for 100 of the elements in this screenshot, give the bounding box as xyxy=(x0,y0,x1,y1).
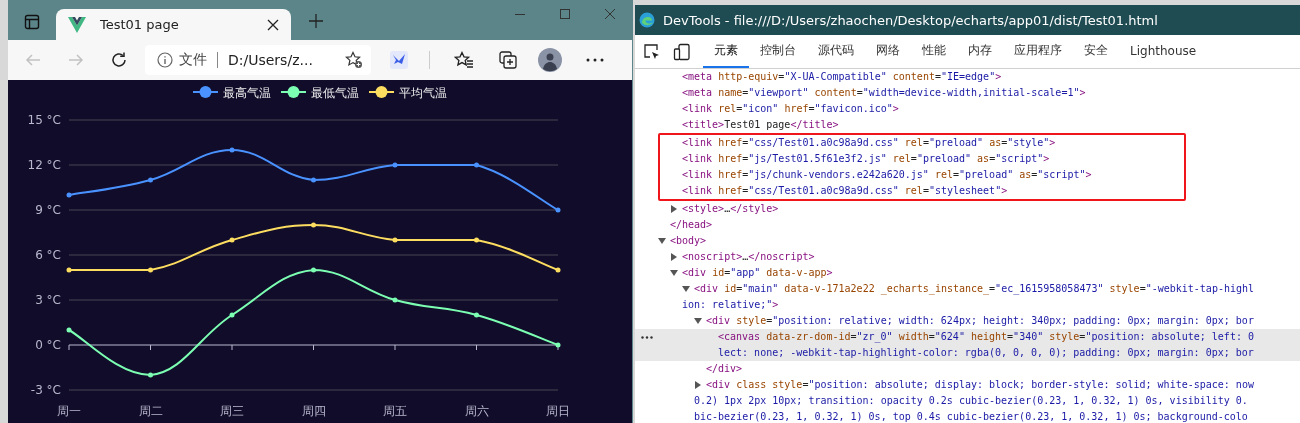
device-toolbar-icon[interactable] xyxy=(673,42,691,61)
legend-marker-icon[interactable] xyxy=(280,86,307,98)
code-line: <noscript>…</noscript> xyxy=(682,250,815,264)
info-icon xyxy=(157,52,173,68)
code-line: <div id="app" data-v-app> xyxy=(682,266,833,280)
legend-label[interactable]: 最低气温 xyxy=(311,85,359,100)
axis-label: -3 °C xyxy=(30,383,61,397)
code-line: <link href="css/Test01.a0c98a9d.css" rel="stylesheet"> xyxy=(682,184,1008,198)
data-point xyxy=(555,267,561,273)
plus-icon[interactable] xyxy=(309,14,323,28)
data-point xyxy=(311,177,316,183)
data-point xyxy=(392,237,398,243)
legend-marker-icon[interactable] xyxy=(192,86,219,98)
code-line: bic-bezier(0.23, 1, 0.32, 1) 0s, top 0.4s cubic-bezier(0.23, 1, 0.32, 1) 0s; background-colo xyxy=(694,410,1248,423)
expanded-triangle-icon[interactable] xyxy=(670,270,678,276)
data-point xyxy=(66,192,72,198)
browser-logo-icon xyxy=(639,12,655,28)
vue-logo-icon xyxy=(68,16,86,33)
axis-label: 周六 xyxy=(464,404,489,418)
close-icon[interactable] xyxy=(267,18,279,31)
code-line: </div> xyxy=(706,362,743,376)
bird-extension-icon[interactable] xyxy=(389,50,409,70)
address-text: D:/Users/z... xyxy=(228,52,314,68)
devtools-tab[interactable]: 源代码 xyxy=(807,35,865,68)
browser-tab[interactable]: Test01 page xyxy=(56,9,291,40)
data-point xyxy=(229,237,235,243)
inspect-element-icon[interactable] xyxy=(643,42,661,61)
data-point xyxy=(474,237,479,243)
devtools-tab[interactable]: 元素 xyxy=(703,35,749,68)
axis-label: 周二 xyxy=(138,404,163,418)
selected-row[interactable]: <canvas data-zr-dom-id="zr_0" width="624" height="340" style="position: absolute; left: 0 xyxy=(635,329,1300,345)
expanded-triangle-icon[interactable] xyxy=(682,286,690,292)
code-line: <body> xyxy=(670,234,707,248)
data-point xyxy=(392,162,398,168)
devtools-tab[interactable]: Lighthouse xyxy=(1119,35,1208,68)
favorites-icon[interactable] xyxy=(454,51,474,69)
data-point xyxy=(392,297,398,303)
site-label: 文件 xyxy=(179,51,207,69)
legend-label[interactable]: 最高气温 xyxy=(223,85,271,100)
data-point xyxy=(66,267,72,273)
code-line: <link href="js/Test01.5f61e3f2.js" rel="preload" as="script"> xyxy=(682,152,1050,166)
legend-marker-icon[interactable] xyxy=(368,86,395,98)
tab-title: Test01 page xyxy=(100,17,180,32)
code-line: <link rel="icon" href="favicon.ico"> xyxy=(682,102,899,116)
code-line: <canvas data-zr-dom-id="zr_0" width="624" height="340" style="position: absolute; left: 0 xyxy=(718,330,1254,345)
code-line: <div style="position: relative; width: 624px; height: 340px; padding: 0px; margin: 0px; bor xyxy=(706,314,1254,328)
devtools-tab[interactable]: 安全 xyxy=(1073,35,1119,68)
code-line: 0.2) 1px 2px 10px; transition: opacity 0.2s cubic-bezier(0.23, 1, 0.32, 1) 0s, visibility 0. xyxy=(694,394,1248,408)
axis-label: 周三 xyxy=(220,404,244,418)
axis-label: 周一 xyxy=(57,404,81,418)
more-icon[interactable] xyxy=(641,336,653,339)
axis-label: 15 °C xyxy=(27,113,61,127)
tab-actions-icon[interactable] xyxy=(24,14,40,30)
collections-icon[interactable] xyxy=(498,50,518,70)
code-line: <meta http-equiv="X-UA-Compatible" content="IE=edge"> xyxy=(682,70,1002,84)
data-point xyxy=(311,267,316,273)
axis-label: 9 °C xyxy=(35,203,61,217)
code-line: <div id="main" data-v-171a2e22 _echarts_instance_="ec_1615958058473" style="-webkit-tap-highl xyxy=(694,282,1255,297)
data-point xyxy=(148,372,153,378)
code-line: <link href="js/chunk-vendors.e242a620.js" rel="preload" as="script"> xyxy=(682,168,1092,182)
collapsed-triangle-icon[interactable] xyxy=(671,205,677,213)
code-line: ion: relative;"> xyxy=(682,298,779,312)
window-title: DevTools - file:///D:/Users/zhaochen/Desktop/echarts/app01/dist/Test01.html xyxy=(663,12,1158,28)
axis-label: 周四 xyxy=(301,404,326,418)
code-line: <style>…</style> xyxy=(682,202,779,216)
data-point xyxy=(148,177,153,183)
data-point xyxy=(311,222,316,228)
collapsed-triangle-icon[interactable] xyxy=(695,381,701,389)
devtools-tab[interactable]: 性能 xyxy=(911,35,957,68)
code-line: <meta name="viewport" content="width=device-width,initial-scale=1"> xyxy=(682,86,1086,100)
data-point xyxy=(474,312,479,318)
maximize-icon[interactable] xyxy=(559,8,571,20)
data-point xyxy=(474,162,479,168)
data-point xyxy=(66,327,72,333)
axis-label: 12 °C xyxy=(27,158,61,172)
code-line: <div class style="position: absolute; display: block; border-style: solid; white-space: now xyxy=(706,378,1254,392)
address-bar[interactable]: 文件 D:/Users/z... xyxy=(145,45,371,75)
devtools-tab[interactable]: 应用程序 xyxy=(1003,35,1073,68)
devtools-tab[interactable]: 控制台 xyxy=(749,35,807,68)
code-line: lect: none; -webkit-tap-highlight-color: rgba(0, 0, 0, 0); padding: 0px; margin: 0px; bor xyxy=(718,346,1254,360)
code-line: <link href="css/Test01.a0c98a9d.css" rel="preload" as="style"> xyxy=(682,136,1056,150)
data-point xyxy=(229,312,235,318)
data-point xyxy=(229,147,235,153)
collapsed-triangle-icon[interactable] xyxy=(671,253,677,261)
devtools-tab[interactable]: 网络 xyxy=(865,35,911,68)
axis-label: 3 °C xyxy=(35,293,61,307)
data-point xyxy=(555,342,561,348)
devtools-tab[interactable]: 内存 xyxy=(957,35,1003,68)
legend-label[interactable]: 平均气温 xyxy=(399,85,447,100)
selected-row[interactable]: lect: none; -webkit-tap-highlight-color: rgba(0, 0, 0, 0); padding: 0px; margin: 0px; bor xyxy=(635,345,1300,361)
add-favorite-icon[interactable] xyxy=(345,51,363,69)
axis-label: 周日 xyxy=(546,404,570,418)
refresh-icon[interactable] xyxy=(110,51,128,69)
code-line: <title>Test01 page</title> xyxy=(682,118,839,132)
code-line: </head> xyxy=(670,218,713,232)
expanded-triangle-icon[interactable] xyxy=(658,238,666,244)
profile-avatar-icon[interactable] xyxy=(538,48,562,72)
more-icon[interactable] xyxy=(586,58,604,62)
axis-label: 0 °C xyxy=(35,338,61,352)
data-point xyxy=(148,267,153,273)
